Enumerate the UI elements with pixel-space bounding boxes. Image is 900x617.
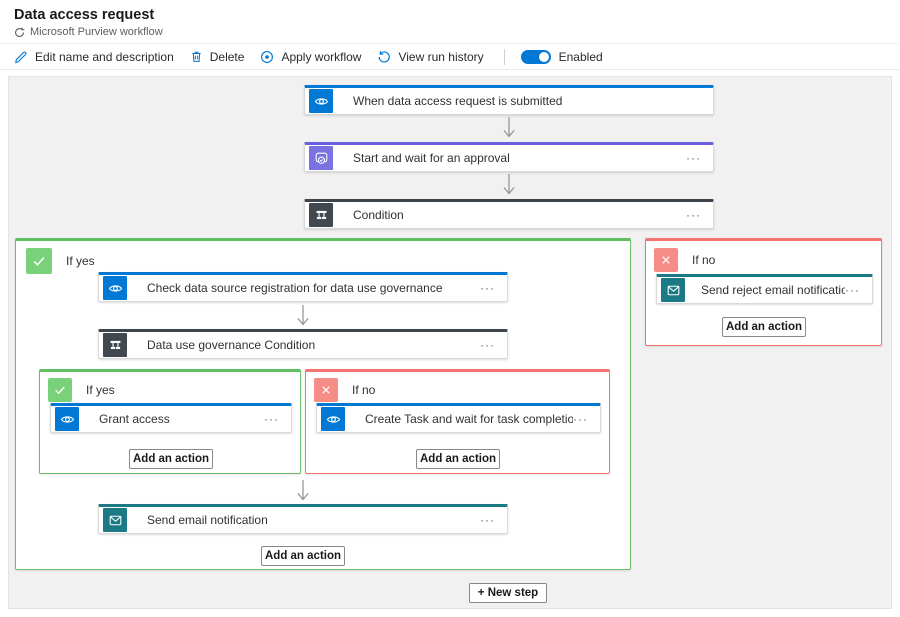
node-label: Check data source registration for data …: [147, 281, 443, 295]
condition-icon: [103, 333, 127, 357]
trash-icon: [190, 50, 203, 63]
node-label: Grant access: [99, 412, 170, 426]
branch-header: If no: [314, 378, 375, 402]
node-label: Send email notification: [147, 513, 268, 527]
send-reject-email-node[interactable]: Send reject email notification ···: [656, 274, 873, 304]
create-task-node[interactable]: Create Task and wait for task completion…: [316, 403, 601, 433]
pencil-icon: [14, 50, 28, 64]
delete-button[interactable]: Delete: [190, 50, 245, 64]
eye-icon: [321, 407, 345, 431]
branch-label: If no: [352, 383, 375, 397]
toolbar-label: Edit name and description: [35, 50, 174, 64]
workflow-type: Microsoft Purview workflow: [14, 26, 163, 38]
eye-icon: [55, 407, 79, 431]
branch-label: If yes: [86, 383, 115, 397]
branch-if-yes: If yes Check data source registration fo…: [15, 238, 631, 570]
new-step-button[interactable]: + New step: [469, 583, 547, 603]
toggle-knob: [539, 52, 549, 62]
node-label: Start and wait for an approval: [353, 151, 510, 165]
eye-icon: [103, 276, 127, 300]
toolbar-label: Delete: [210, 50, 245, 64]
check-registration-node[interactable]: Check data source registration for data …: [98, 272, 508, 302]
check-icon: [48, 378, 72, 402]
add-action-button[interactable]: Add an action: [129, 449, 213, 469]
email-icon: [661, 278, 685, 302]
sync-icon: [14, 27, 25, 38]
branch-label: If yes: [66, 254, 95, 268]
toolbar-label: Apply workflow: [281, 50, 361, 64]
enabled-toggle[interactable]: [521, 50, 551, 64]
sub-branch-if-yes: If yes Grant access ··· Add an action: [39, 369, 301, 474]
page-title: Data access request: [14, 7, 154, 23]
governance-condition-node[interactable]: Data use governance Condition ···: [98, 329, 508, 359]
add-action-button[interactable]: Add an action: [416, 449, 500, 469]
command-bar: Edit name and description Delete Apply w…: [0, 43, 900, 70]
node-menu-button[interactable]: ···: [573, 414, 588, 424]
approval-icon: [309, 146, 333, 170]
arrow-down-icon: [295, 479, 311, 504]
branch-header: If no: [654, 248, 715, 272]
arrow-down-icon: [295, 304, 311, 329]
page-header: Data access request Microsoft Purview wo…: [0, 0, 900, 42]
toggle-label: Enabled: [559, 50, 603, 64]
email-icon: [103, 508, 127, 532]
apply-workflow-button[interactable]: Apply workflow: [260, 50, 361, 64]
workflow-canvas: When data access request is submitted St…: [8, 76, 892, 609]
trigger-node[interactable]: When data access request is submitted: [304, 85, 714, 115]
node-label: When data access request is submitted: [353, 94, 562, 108]
arrow-down-icon: [501, 173, 517, 198]
workflow-type-label: Microsoft Purview workflow: [30, 26, 163, 38]
node-menu-button[interactable]: ···: [480, 340, 495, 350]
node-menu-button[interactable]: ···: [264, 414, 279, 424]
toolbar-divider: [504, 49, 505, 65]
grant-access-node[interactable]: Grant access ···: [50, 403, 292, 433]
add-action-button[interactable]: Add an action: [261, 546, 345, 566]
arrow-down-icon: [501, 116, 517, 141]
x-icon: [654, 248, 678, 272]
node-menu-button[interactable]: ···: [686, 210, 701, 220]
node-menu-button[interactable]: ···: [845, 285, 860, 295]
eye-icon: [309, 89, 333, 113]
x-icon: [314, 378, 338, 402]
run-history-icon: [377, 50, 391, 64]
node-label: Send reject email notification: [701, 283, 845, 297]
node-menu-button[interactable]: ···: [480, 515, 495, 525]
node-menu-button[interactable]: ···: [480, 283, 495, 293]
node-label: Data use governance Condition: [147, 338, 315, 352]
branch-label: If no: [692, 253, 715, 267]
branch-if-no: If no Send reject email notification ···…: [645, 238, 882, 346]
edit-name-description-button[interactable]: Edit name and description: [14, 50, 174, 64]
condition-icon: [309, 203, 333, 227]
node-menu-button[interactable]: ···: [686, 153, 701, 163]
add-action-button[interactable]: Add an action: [722, 317, 806, 337]
node-label: Condition: [353, 208, 404, 222]
branch-header: If yes: [26, 248, 95, 274]
send-email-node[interactable]: Send email notification ···: [98, 504, 508, 534]
branch-header: If yes: [48, 378, 115, 402]
view-run-history-button[interactable]: View run history: [377, 50, 483, 64]
sub-branch-if-no: If no Create Task and wait for task comp…: [305, 369, 610, 474]
condition-node[interactable]: Condition ···: [304, 199, 714, 229]
node-label: Create Task and wait for task completion: [365, 412, 573, 426]
toolbar-label: View run history: [398, 50, 483, 64]
approval-node[interactable]: Start and wait for an approval ···: [304, 142, 714, 172]
check-icon: [26, 248, 52, 274]
apply-workflow-icon: [260, 50, 274, 64]
